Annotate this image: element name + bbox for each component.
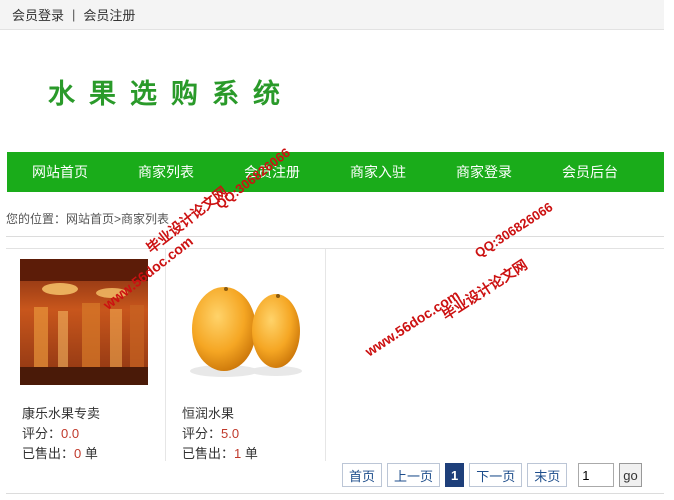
top-bar: 会员登录 | 会员注册: [0, 0, 664, 30]
sold-unit: 单: [244, 446, 258, 461]
rating-value: 5.0: [221, 426, 240, 441]
shop-rating: 评分：5.0: [182, 423, 239, 442]
nav-item-member-center[interactable]: 会员后台: [537, 162, 643, 182]
pager-go-button[interactable]: go: [619, 463, 642, 487]
pager-current-page[interactable]: 1: [445, 463, 465, 487]
member-login-link[interactable]: 会员登录: [12, 5, 64, 24]
shop-name[interactable]: 康乐水果专卖: [22, 403, 100, 422]
sold-value: 1: [234, 446, 242, 461]
nav-item-member-register[interactable]: 会员注册: [219, 162, 325, 182]
pagination: 首页 上一页 1 下一页 末页 go: [342, 463, 642, 487]
bottom-divider: [6, 493, 664, 494]
rating-label: 评分：: [22, 426, 62, 441]
rating-value: 0.0: [61, 426, 80, 441]
pager-prev-button[interactable]: 上一页: [387, 463, 441, 487]
nav-item-shop-list[interactable]: 商家列表: [113, 162, 219, 182]
sold-label: 已售出：: [22, 446, 75, 461]
shop-sold: 已售出：1 单: [182, 443, 258, 462]
shop-card[interactable]: 康乐水果专卖 评分：0.0 已售出：0 单: [6, 249, 166, 461]
breadcrumb-divider: [6, 236, 664, 237]
shop-list: 康乐水果专卖 评分：0.0 已售出：0 单 恒润水果 评分：5.0 已售出：1 …: [6, 248, 664, 461]
nav-item-home[interactable]: 网站首页: [7, 162, 113, 182]
breadcrumb: 您的位置：网站首页>商家列表: [6, 212, 170, 226]
shop-image-store-interior[interactable]: [20, 259, 148, 385]
shop-card[interactable]: 恒润水果 评分：5.0 已售出：1 单: [166, 249, 326, 461]
shop-image-oranges[interactable]: [180, 259, 308, 385]
pager-next-button[interactable]: 下一页: [469, 463, 523, 487]
shop-sold: 已售出：0 单: [22, 443, 98, 462]
site-logo[interactable]: 水果选购系统: [48, 72, 294, 111]
rating-label: 评分：: [182, 426, 222, 441]
sold-value: 0: [74, 446, 82, 461]
sold-label: 已售出：: [182, 446, 235, 461]
shop-name[interactable]: 恒润水果: [182, 403, 234, 422]
nav-item-merchant-login[interactable]: 商家登录: [431, 162, 537, 182]
nav-item-merchant-join[interactable]: 商家入驻: [325, 162, 431, 182]
pager-first-button[interactable]: 首页: [342, 463, 383, 487]
member-register-link[interactable]: 会员注册: [83, 5, 135, 24]
sold-unit: 单: [84, 446, 98, 461]
main-nav: 网站首页 商家列表 会员注册 商家入驻 商家登录 会员后台: [7, 152, 664, 192]
shop-rating: 评分：0.0: [22, 423, 79, 442]
topbar-separator: |: [72, 7, 76, 22]
page-number-input[interactable]: [578, 463, 615, 487]
pager-last-button[interactable]: 末页: [527, 463, 568, 487]
